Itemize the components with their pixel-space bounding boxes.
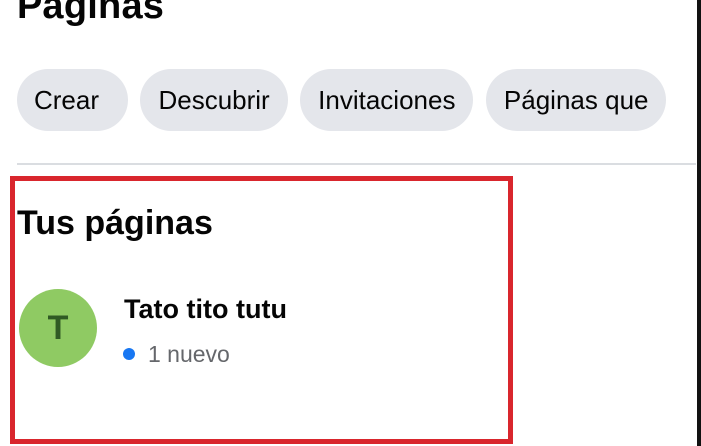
tab-create[interactable]: Crear <box>17 69 128 131</box>
tab-discover[interactable]: Descubrir <box>140 69 288 131</box>
window-right-edge <box>697 0 701 446</box>
tab-liked-pages[interactable]: Páginas que <box>485 69 667 131</box>
page-title: Páginas <box>17 0 165 27</box>
page-status-text: 1 nuevo <box>148 341 230 367</box>
page-name: Tato tito tutu <box>124 294 287 324</box>
pages-panel: Páginas Crear Descubrir Invitaciones Pág… <box>0 0 696 446</box>
tab-invitations[interactable]: Invitaciones <box>300 69 474 131</box>
your-pages-title: Tus páginas <box>17 204 213 242</box>
pages-tabs: Crear Descubrir Invitaciones Páginas que <box>17 69 696 131</box>
avatar: T <box>19 289 97 367</box>
new-status-dot-icon <box>123 348 135 360</box>
page-list-item[interactable]: T Tato tito tutu 1 nuevo <box>19 289 419 371</box>
section-divider <box>17 163 696 165</box>
